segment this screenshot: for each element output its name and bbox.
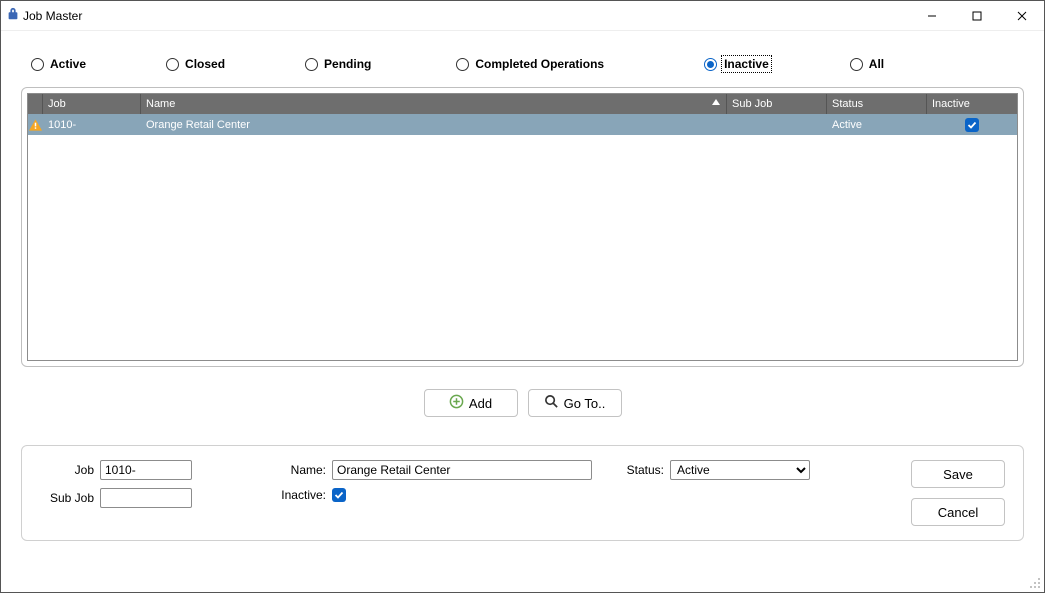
status-select[interactable]: Active <box>670 460 810 480</box>
job-label: Job <box>40 463 100 477</box>
warning-icon <box>29 119 42 131</box>
name-input[interactable] <box>332 460 592 480</box>
filter-inactive-radio[interactable]: Inactive <box>704 57 770 71</box>
window: Job Master Active Closed Pending Complet… <box>0 0 1045 593</box>
lock-icon <box>7 7 19 24</box>
window-close-button[interactable] <box>999 1 1044 31</box>
cell-job: 1010- <box>43 119 141 131</box>
window-maximize-button[interactable] <box>954 1 999 31</box>
window-title: Job Master <box>19 9 82 23</box>
subjob-input[interactable] <box>100 488 192 508</box>
cell-inactive <box>927 118 1017 132</box>
filter-active-radio[interactable]: Active <box>31 57 86 71</box>
filter-bar: Active Closed Pending Completed Operatio… <box>1 31 1044 81</box>
grid-body: 1010- Orange Retail Center Active <box>28 114 1017 360</box>
grid-header-inactive[interactable]: Inactive <box>927 94 1017 114</box>
window-minimize-button[interactable] <box>909 1 954 31</box>
add-icon <box>449 394 464 412</box>
middle-buttons: Add Go To.. <box>1 389 1044 417</box>
job-input[interactable] <box>100 460 192 480</box>
sort-ascending-icon <box>712 99 720 105</box>
inactive-checkbox[interactable] <box>332 488 346 502</box>
filter-completed-radio[interactable]: Completed Operations <box>456 57 604 71</box>
grid-header: Job Name Sub Job Status Inactive <box>28 94 1017 114</box>
name-label: Name: <box>278 463 332 477</box>
add-button[interactable]: Add <box>424 389 518 417</box>
grid-panel: Job Name Sub Job Status Inactive 1010- <box>21 87 1024 367</box>
titlebar: Job Master <box>1 1 1044 31</box>
table-row[interactable]: 1010- Orange Retail Center Active <box>28 114 1017 135</box>
resize-grip[interactable] <box>1028 576 1042 590</box>
grid-header-name[interactable]: Name <box>141 94 727 114</box>
checkbox-checked-icon <box>965 118 979 132</box>
filter-pending-radio[interactable]: Pending <box>305 57 371 71</box>
form-panel: Job Sub Job Name: Inactive: <box>21 445 1024 541</box>
filter-all-radio[interactable]: All <box>850 57 884 71</box>
search-icon <box>544 394 559 412</box>
status-label: Status: <box>616 463 670 477</box>
grid-header-spacer <box>28 94 43 114</box>
cancel-button[interactable]: Cancel <box>911 498 1005 526</box>
grid-header-subjob[interactable]: Sub Job <box>727 94 827 114</box>
grid-header-job[interactable]: Job <box>43 94 141 114</box>
filter-closed-radio[interactable]: Closed <box>166 57 225 71</box>
cell-status: Active <box>827 119 927 131</box>
inactive-label: Inactive: <box>278 488 332 502</box>
save-button[interactable]: Save <box>911 460 1005 488</box>
grid-header-status[interactable]: Status <box>827 94 927 114</box>
subjob-label: Sub Job <box>40 491 100 505</box>
goto-button[interactable]: Go To.. <box>528 389 622 417</box>
cell-name: Orange Retail Center <box>141 119 727 131</box>
